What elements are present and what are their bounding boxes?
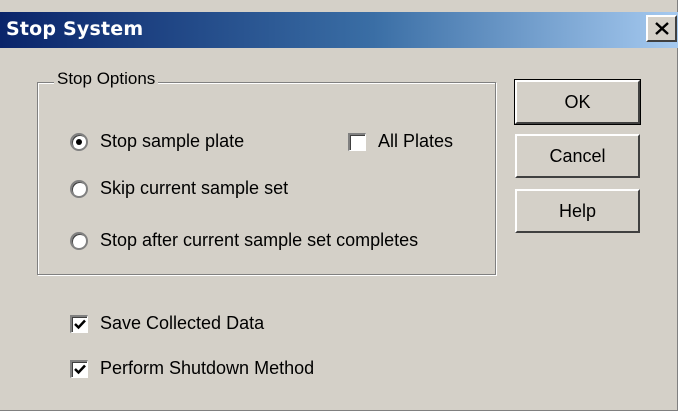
cancel-button[interactable]: Cancel <box>515 134 640 178</box>
radio-label: Skip current sample set <box>100 178 289 198</box>
checkbox-checked[interactable] <box>70 314 88 333</box>
check-icon <box>73 319 86 329</box>
title-bar[interactable]: Stop System <box>0 12 678 48</box>
stop-options-legend: Stop Options <box>54 69 159 89</box>
ok-button[interactable]: OK <box>514 79 641 125</box>
checkbox-label: All Plates <box>378 131 454 151</box>
radio-button[interactable] <box>70 231 88 250</box>
radio-label: Stop sample plate <box>100 131 245 151</box>
stop-system-dialog: Stop System Stop Options Stop sample pla… <box>0 0 678 411</box>
help-button[interactable]: Help <box>515 189 640 233</box>
save-collected-data-checkbox[interactable]: Save Collected Data <box>70 313 264 334</box>
all-plates-checkbox[interactable]: All Plates <box>348 131 453 152</box>
close-button[interactable] <box>646 15 677 42</box>
radio-button[interactable] <box>70 179 88 198</box>
close-icon <box>654 22 669 35</box>
radio-label: Stop after current sample set completes <box>100 230 419 250</box>
radio-stop-after-completes[interactable]: Stop after current sample set completes <box>70 230 418 251</box>
check-icon <box>73 364 86 374</box>
checkbox-unchecked[interactable] <box>348 132 366 151</box>
radio-skip-current-sample-set[interactable]: Skip current sample set <box>70 178 288 199</box>
radio-dot-icon <box>76 138 82 145</box>
radio-stop-sample-plate[interactable]: Stop sample plate <box>70 131 244 152</box>
radio-button-selected[interactable] <box>70 132 88 151</box>
checkbox-checked[interactable] <box>70 359 88 378</box>
checkbox-label: Perform Shutdown Method <box>100 358 315 378</box>
window-title: Stop System <box>6 18 144 40</box>
perform-shutdown-method-checkbox[interactable]: Perform Shutdown Method <box>70 358 314 379</box>
checkbox-label: Save Collected Data <box>100 313 265 333</box>
